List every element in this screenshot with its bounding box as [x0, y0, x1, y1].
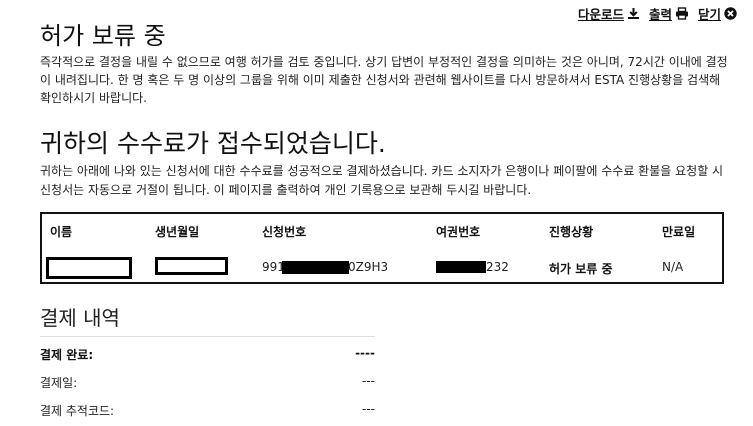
- header-name: 이름: [50, 225, 73, 239]
- fee-description: 귀하는 아래에 나와 있는 신청서에 대한 수수료를 성공적으로 결제하셨습니다…: [40, 164, 724, 197]
- header-dob: 생년월일: [155, 225, 200, 239]
- redacted-name: [46, 257, 132, 279]
- header-passport: 여권번호: [436, 225, 481, 239]
- payment-complete-label: 결제 완료:: [40, 348, 94, 362]
- payment-tracking-label: 결제 추적코드:: [40, 404, 115, 418]
- redacted-app-number: [282, 261, 349, 274]
- top-toolbar: 다운로드 출력 닫기: [578, 4, 737, 23]
- status-description: 즉각적으로 결정을 내릴 수 없으므로 여행 허가를 검토 중입니다. 상기 답…: [40, 55, 728, 105]
- print-label: 출력: [648, 7, 672, 22]
- status-heading: 허가 보류 중: [40, 22, 166, 50]
- payment-date-value: ---: [362, 374, 375, 388]
- applications-table: 이름 생년월일 신청번호 여권번호 진행상황 만료일 991 0Z9H3 232…: [40, 212, 724, 284]
- header-expiry: 만료일: [662, 225, 696, 239]
- header-app-number: 신청번호: [262, 225, 307, 239]
- app-number-suffix: 0Z9H3: [348, 260, 389, 274]
- download-link[interactable]: 다운로드: [578, 4, 640, 23]
- payment-tracking-value: ---: [362, 402, 375, 416]
- close-label: 닫기: [697, 7, 721, 22]
- passport-suffix: 232: [486, 260, 509, 274]
- payment-heading: 결제 내역: [40, 306, 120, 330]
- fee-received-heading: 귀하의 수수료가 접수되었습니다.: [40, 129, 386, 158]
- close-link[interactable]: 닫기: [698, 4, 737, 23]
- payment-date-label: 결제일:: [40, 376, 78, 390]
- download-label: 다운로드: [577, 7, 624, 22]
- download-icon: [627, 7, 640, 20]
- print-link[interactable]: 출력: [649, 4, 689, 23]
- redacted-dob: [155, 257, 228, 275]
- expiry-value: N/A: [662, 260, 684, 274]
- payment-divider: [40, 336, 375, 337]
- print-icon: [675, 7, 689, 20]
- payment-complete-value: ----: [355, 346, 375, 360]
- header-status: 진행상황: [549, 225, 594, 239]
- status-value: 허가 보류 중: [549, 262, 613, 276]
- redacted-passport: [436, 261, 486, 273]
- close-icon: [724, 7, 737, 20]
